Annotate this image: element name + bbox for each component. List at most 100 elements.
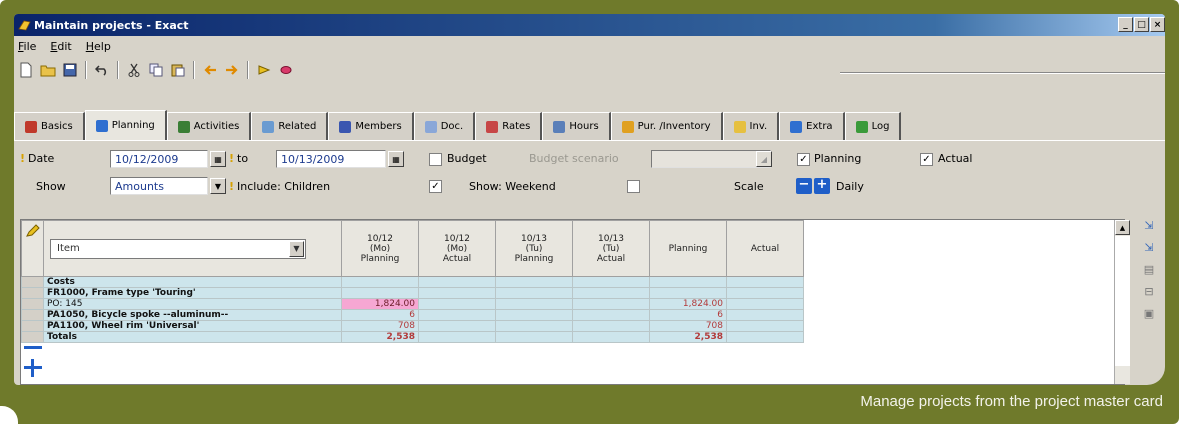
scale-decrease-button[interactable]: − bbox=[796, 178, 812, 194]
grid-cell[interactable]: 1,824.00 bbox=[341, 298, 419, 310]
grid-cell[interactable] bbox=[726, 320, 804, 332]
grid-cell[interactable] bbox=[418, 331, 496, 343]
grid-cell[interactable]: 1,824.00 bbox=[649, 298, 727, 310]
maximize-button[interactable]: □ bbox=[1134, 17, 1149, 32]
grid-cell[interactable] bbox=[341, 276, 419, 288]
grid-cell[interactable] bbox=[572, 287, 650, 299]
chevron-down-icon[interactable]: ▼ bbox=[210, 178, 226, 194]
tab-log[interactable]: Log bbox=[844, 112, 902, 140]
link-icon[interactable] bbox=[276, 60, 296, 80]
tab-planning[interactable]: Planning bbox=[84, 110, 167, 140]
chevron-down-icon[interactable]: ▼ bbox=[289, 240, 304, 257]
row-header[interactable] bbox=[21, 276, 44, 288]
grid-cell[interactable] bbox=[572, 320, 650, 332]
table-row[interactable]: Totals 2,538 2,538 bbox=[21, 331, 804, 343]
show-select[interactable]: Amounts bbox=[110, 177, 208, 195]
grid-cell[interactable] bbox=[572, 331, 650, 343]
tab-activities[interactable]: Activities bbox=[166, 112, 252, 140]
budget-checkbox[interactable] bbox=[429, 153, 442, 166]
tab-pur-inventory[interactable]: Pur. /Inventory bbox=[610, 112, 723, 140]
tab-hours[interactable]: Hours bbox=[542, 112, 611, 140]
grid-scrollbar[interactable]: ▲ bbox=[1114, 220, 1130, 384]
tab-inv[interactable]: Inv. bbox=[722, 112, 780, 140]
grid-cell[interactable] bbox=[572, 309, 650, 321]
tab-doc[interactable]: Doc. bbox=[413, 112, 476, 140]
save-icon[interactable] bbox=[60, 60, 80, 80]
grid-cell[interactable] bbox=[418, 276, 496, 288]
cut-icon[interactable] bbox=[124, 60, 144, 80]
row-header[interactable] bbox=[21, 298, 44, 310]
grid-cell[interactable] bbox=[495, 287, 573, 299]
date-from-field[interactable]: 10/12/2009 bbox=[110, 150, 208, 168]
grid-cell[interactable] bbox=[649, 276, 727, 288]
grid-cell[interactable] bbox=[495, 298, 573, 310]
copy-grid-icon[interactable]: ▤ bbox=[1142, 263, 1156, 277]
item-column-select[interactable]: Item ▼ bbox=[50, 238, 306, 259]
grid-cell[interactable] bbox=[418, 298, 496, 310]
export-icon[interactable]: ⊟ bbox=[1142, 285, 1156, 299]
grid-cell[interactable]: 6 bbox=[341, 309, 419, 321]
tab-rates[interactable]: Rates bbox=[475, 112, 543, 140]
row-description[interactable]: FR1000, Frame type 'Touring' bbox=[43, 287, 342, 299]
show-weekend-checkbox[interactable] bbox=[627, 180, 640, 193]
pencil-icon[interactable] bbox=[25, 224, 41, 238]
tab-members[interactable]: Members bbox=[328, 112, 414, 140]
row-description[interactable]: Costs bbox=[43, 276, 342, 288]
table-row[interactable]: FR1000, Frame type 'Touring' bbox=[21, 287, 804, 299]
grid-cell[interactable] bbox=[726, 287, 804, 299]
row-header[interactable] bbox=[21, 287, 44, 299]
forward-icon[interactable] bbox=[222, 60, 242, 80]
scroll-up-icon[interactable]: ▲ bbox=[1115, 220, 1130, 235]
grid-cell[interactable] bbox=[341, 287, 419, 299]
row-header[interactable] bbox=[21, 320, 44, 332]
col-header-4[interactable]: 10/13 (Tu) Actual bbox=[572, 220, 650, 277]
collapse-row-icon[interactable] bbox=[24, 346, 42, 349]
table-row[interactable]: PA1100, Wheel rim 'Universal' 708 708 bbox=[21, 320, 804, 332]
include-children-checkbox[interactable]: ✓ bbox=[429, 180, 442, 193]
copy-icon[interactable] bbox=[146, 60, 166, 80]
col-header-planning[interactable]: Planning bbox=[649, 220, 727, 277]
col-header-3[interactable]: 10/13 (Tu) Planning bbox=[495, 220, 573, 277]
scroll-thumb[interactable] bbox=[1115, 236, 1130, 366]
actual-checkbox[interactable]: ✓ bbox=[920, 153, 933, 166]
grid-cell[interactable] bbox=[649, 287, 727, 299]
find-icon[interactable] bbox=[254, 60, 274, 80]
grid-cell[interactable] bbox=[572, 298, 650, 310]
date-to-picker-icon[interactable]: ▦ bbox=[388, 151, 404, 167]
paste-icon[interactable] bbox=[168, 60, 188, 80]
row-description[interactable]: PA1050, Bicycle spoke --aluminum-- bbox=[43, 309, 342, 321]
table-row[interactable]: PA1050, Bicycle spoke --aluminum-- 6 6 bbox=[21, 309, 804, 321]
planning-checkbox[interactable]: ✓ bbox=[797, 153, 810, 166]
new-doc-icon[interactable] bbox=[16, 60, 36, 80]
tab-basics[interactable]: Basics bbox=[14, 112, 85, 140]
grid-cell[interactable]: 708 bbox=[341, 320, 419, 332]
add-line-icon[interactable]: ⇲ bbox=[1142, 219, 1156, 233]
date-to-field[interactable]: 10/13/2009 bbox=[276, 150, 386, 168]
grid-cell[interactable] bbox=[418, 309, 496, 321]
menu-help[interactable]: Help bbox=[86, 40, 111, 53]
row-description[interactable]: Totals bbox=[43, 331, 342, 343]
col-header-2[interactable]: 10/12 (Mo) Actual bbox=[418, 220, 496, 277]
grid-cell[interactable] bbox=[495, 309, 573, 321]
grid-cell[interactable] bbox=[726, 331, 804, 343]
menu-edit[interactable]: Edit bbox=[50, 40, 71, 53]
undo-icon[interactable] bbox=[92, 60, 112, 80]
grid-cell[interactable] bbox=[726, 309, 804, 321]
grid-cell[interactable] bbox=[495, 276, 573, 288]
close-button[interactable]: × bbox=[1150, 17, 1165, 32]
row-description[interactable]: PA1100, Wheel rim 'Universal' bbox=[43, 320, 342, 332]
menu-file[interactable]: File bbox=[18, 40, 36, 53]
grid-cell[interactable] bbox=[572, 276, 650, 288]
grid-cell[interactable] bbox=[495, 331, 573, 343]
grid-cell[interactable] bbox=[418, 287, 496, 299]
grid-cell[interactable] bbox=[495, 320, 573, 332]
grid-cell[interactable]: 708 bbox=[649, 320, 727, 332]
insert-line-icon[interactable]: ⇲ bbox=[1142, 241, 1156, 255]
tab-related[interactable]: Related bbox=[251, 112, 329, 140]
table-row[interactable]: Costs bbox=[21, 276, 804, 288]
table-row[interactable]: PO: 145 1,824.00 1,824.00 bbox=[21, 298, 804, 310]
row-description[interactable]: PO: 145 bbox=[43, 298, 342, 310]
back-icon[interactable] bbox=[200, 60, 220, 80]
minimize-button[interactable]: _ bbox=[1118, 17, 1133, 32]
grid-cell[interactable]: 2,538 bbox=[341, 331, 419, 343]
